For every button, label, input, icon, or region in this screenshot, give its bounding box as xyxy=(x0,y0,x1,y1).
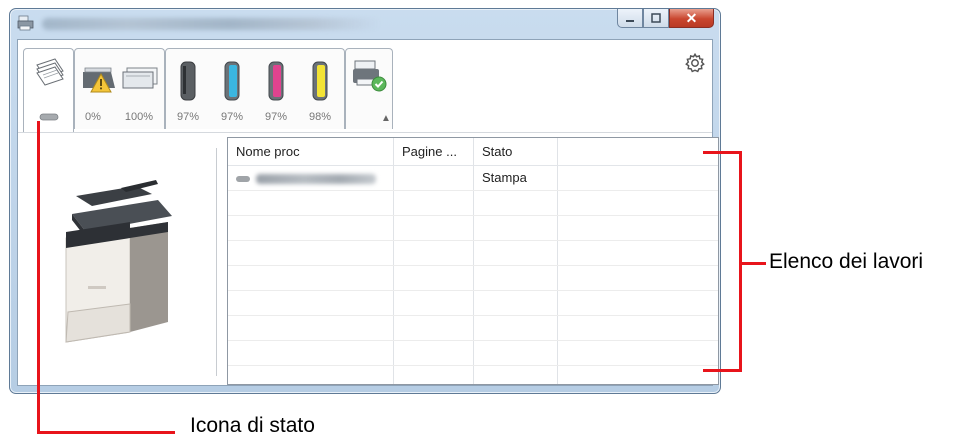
job-filler-cell xyxy=(558,166,718,190)
empty-cell xyxy=(558,291,718,315)
job-list-header: Nome proc Pagine ... Stato xyxy=(228,138,718,166)
table-row-empty xyxy=(228,216,718,241)
empty-cell xyxy=(474,316,558,340)
cyan-toner-level: 97% xyxy=(220,111,244,123)
empty-cell xyxy=(394,316,474,340)
empty-cell xyxy=(474,341,558,365)
paper-level-label-2: 100% xyxy=(124,111,154,123)
empty-cell xyxy=(558,341,718,365)
panel-divider[interactable] xyxy=(216,148,217,376)
minimize-button[interactable] xyxy=(617,9,643,28)
empty-cell xyxy=(228,191,394,215)
column-header-pages[interactable]: Pagine ... xyxy=(394,138,474,165)
close-icon: ✕ xyxy=(685,9,698,26)
minimize-icon xyxy=(626,20,634,22)
paper-tray-icon xyxy=(122,67,158,89)
empty-cell xyxy=(474,191,558,215)
empty-cell xyxy=(228,216,394,240)
column-header-job-name[interactable]: Nome proc xyxy=(228,138,394,165)
magenta-toner-level: 97% xyxy=(264,111,288,123)
maximize-icon xyxy=(651,13,661,23)
status-toolbar: 0% 100% 97% 97% 97% 98% ▲ xyxy=(18,40,712,133)
job-pages-cell xyxy=(394,166,474,190)
title-bar[interactable]: ✕ xyxy=(10,9,720,39)
empty-cell xyxy=(474,291,558,315)
empty-cell xyxy=(394,366,474,384)
status-icon xyxy=(39,113,59,121)
table-row-empty xyxy=(228,291,718,316)
table-row-empty xyxy=(228,241,718,266)
table-row-empty xyxy=(228,266,718,291)
black-toner-level: 97% xyxy=(176,111,200,123)
paper-level-label: 0% xyxy=(85,111,101,123)
job-list-callout-label: Elenco dei lavori xyxy=(769,250,924,273)
column-header-filler xyxy=(558,138,718,165)
job-list[interactable]: Nome proc Pagine ... Stato Stampa xyxy=(227,137,719,385)
window-title xyxy=(42,18,382,30)
empty-cell xyxy=(228,291,394,315)
callout-line-job-list xyxy=(739,262,766,265)
empty-cell xyxy=(394,216,474,240)
empty-cell xyxy=(228,366,394,384)
document-stack-icon xyxy=(36,58,64,86)
printer-image xyxy=(65,180,172,343)
callout-bracket-bottom xyxy=(703,369,742,372)
callout-line-status-horizontal xyxy=(37,431,175,434)
column-header-status[interactable]: Stato xyxy=(474,138,558,165)
collapse-toolbar-button[interactable]: ▲ xyxy=(381,113,391,124)
empty-cell xyxy=(558,216,718,240)
client-area: 0% 100% 97% 97% 97% 98% ▲ Nome proc Pagi… xyxy=(17,39,719,386)
empty-cell xyxy=(558,366,718,384)
yellow-toner-level: 98% xyxy=(308,111,332,123)
job-name xyxy=(256,173,376,184)
yellow-toner-icon xyxy=(312,61,328,101)
close-button[interactable]: ✕ xyxy=(669,9,714,28)
empty-cell xyxy=(558,316,718,340)
empty-cell xyxy=(558,266,718,290)
empty-cell xyxy=(474,366,558,384)
empty-cell xyxy=(394,266,474,290)
empty-cell xyxy=(228,266,394,290)
empty-cell xyxy=(474,241,558,265)
empty-cell xyxy=(394,291,474,315)
table-row-empty xyxy=(228,191,718,216)
table-row[interactable]: Stampa xyxy=(228,166,718,191)
printer-check-icon xyxy=(353,60,387,92)
empty-cell xyxy=(228,316,394,340)
empty-cell xyxy=(474,266,558,290)
black-toner-icon xyxy=(180,61,196,101)
magenta-toner-icon xyxy=(268,61,284,101)
job-name-cell xyxy=(228,166,394,190)
empty-cell xyxy=(558,191,718,215)
empty-cell xyxy=(394,241,474,265)
table-row-empty xyxy=(228,316,718,341)
status-monitor-window: ✕ 0% 100% 97% 97% 97% 98% ▲ Nome proc Pa… xyxy=(9,8,721,394)
tab-jobs[interactable] xyxy=(23,48,74,132)
empty-cell xyxy=(394,341,474,365)
empty-cell xyxy=(394,191,474,215)
job-status-cell: Stampa xyxy=(474,166,558,190)
callout-line-status-vertical xyxy=(37,121,40,433)
status-icon-callout-label: Icona di stato xyxy=(190,414,315,437)
printer-app-icon xyxy=(17,15,34,31)
table-row-empty xyxy=(228,366,718,384)
empty-cell xyxy=(228,241,394,265)
document-icon xyxy=(236,175,250,182)
tab-toner[interactable]: 97% 97% 97% 98% xyxy=(165,48,345,129)
tab-paper[interactable]: 0% 100% xyxy=(74,48,165,129)
empty-cell xyxy=(558,241,718,265)
callout-bracket-top xyxy=(703,151,742,154)
table-row-empty xyxy=(228,341,718,366)
gear-icon[interactable] xyxy=(684,52,706,74)
empty-cell xyxy=(228,341,394,365)
cyan-toner-icon xyxy=(224,61,240,101)
empty-cell xyxy=(474,216,558,240)
paper-tray-warning-icon xyxy=(83,67,115,93)
maximize-button[interactable] xyxy=(643,9,669,28)
